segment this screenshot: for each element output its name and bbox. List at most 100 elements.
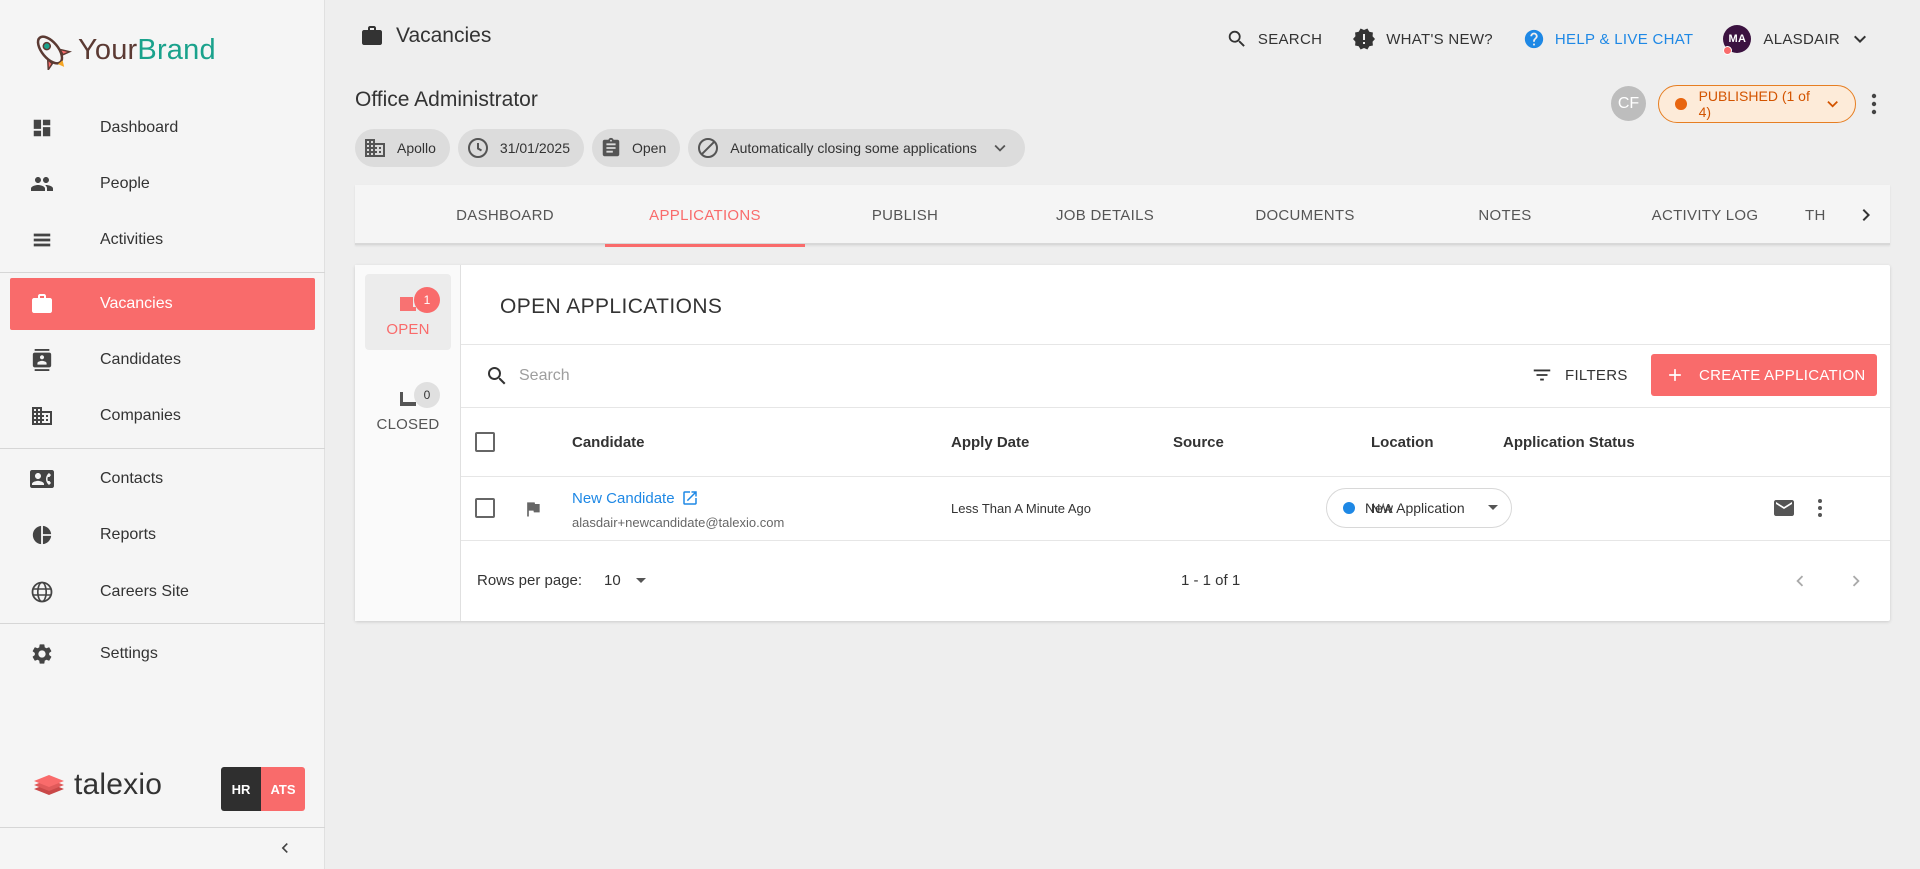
module-hr-button[interactable]: HR	[221, 767, 261, 811]
sidebar-item-label: Vacancies	[100, 295, 173, 312]
application-status-label: New Application	[1365, 500, 1465, 516]
chevron-left-icon[interactable]	[1789, 570, 1811, 592]
sidebar-item-activities[interactable]: Activities	[0, 215, 325, 265]
sidebar-item-people[interactable]: People	[0, 159, 325, 209]
flag-icon[interactable]	[523, 499, 543, 519]
candidate-icon	[30, 348, 54, 372]
caret-down-icon	[1488, 505, 1498, 510]
sidebar-item-careers-site[interactable]: Careers Site	[0, 567, 325, 617]
application-state-tabs: 1 OPEN 0 CLOSED	[355, 265, 461, 621]
column-header-apply-date[interactable]: Apply Date	[951, 434, 1029, 451]
candidate-email: alasdair+newcandidate@talexio.com	[572, 515, 785, 530]
mail-icon[interactable]	[1772, 496, 1796, 520]
chevron-down-icon	[1827, 100, 1838, 108]
sidebar-item-contacts[interactable]: Contacts	[0, 454, 325, 504]
column-header-source[interactable]: Source	[1173, 434, 1224, 451]
tab-truncated[interactable]: TH	[1805, 185, 1845, 245]
chevron-right-icon[interactable]	[1845, 570, 1867, 592]
pagination: Rows per page: 10 1 - 1 of 1	[461, 540, 1890, 621]
company-chip-label: Apollo	[397, 140, 436, 156]
date-chip[interactable]: 31/01/2025	[457, 129, 584, 167]
sidebar-item-dashboard[interactable]: Dashboard	[0, 103, 325, 153]
sidebar-item-candidates[interactable]: Candidates	[0, 335, 325, 385]
tab-notes[interactable]: NOTES	[1405, 185, 1605, 245]
briefcase-icon	[30, 292, 54, 316]
chevron-left-icon[interactable]	[275, 838, 295, 858]
filters-button[interactable]: FILTERS	[1531, 364, 1628, 386]
application-status-select[interactable]: New Application	[1326, 488, 1512, 528]
vacancy-chips: Apollo 31/01/2025 Open Automatically clo…	[355, 129, 1033, 167]
sidebar-item-reports[interactable]: Reports	[0, 510, 325, 560]
sidebar-item-vacancies[interactable]: Vacancies	[10, 278, 315, 330]
sidebar-item-label: People	[100, 175, 150, 192]
open-in-new-icon[interactable]	[681, 489, 699, 507]
published-status-label: PUBLISHED (1 of 4)	[1698, 88, 1810, 120]
state-chip[interactable]: Open	[592, 129, 681, 167]
search-input[interactable]	[519, 361, 1119, 391]
auto-close-chip[interactable]: Automatically closing some applications	[688, 129, 1025, 167]
more-vert-icon[interactable]	[1808, 496, 1832, 520]
sidebar-item-settings[interactable]: Settings	[0, 629, 325, 679]
more-vert-icon[interactable]	[1864, 90, 1884, 118]
gear-icon	[30, 642, 54, 666]
clock-icon	[467, 138, 488, 158]
block-icon	[698, 138, 719, 158]
table-row[interactable]: New Candidate alasdair+newcandidate@tale…	[461, 477, 1890, 540]
column-header-location[interactable]: Location	[1371, 434, 1434, 451]
briefcase-icon	[362, 26, 382, 45]
sidebar-item-label: Contacts	[100, 470, 164, 487]
open-count-badge: 1	[414, 287, 440, 313]
open-applications-tab[interactable]: 1 OPEN	[365, 274, 451, 350]
owner-avatar[interactable]: CF	[1611, 86, 1646, 121]
user-menu[interactable]: MA ALASDAIR	[1723, 25, 1872, 55]
table-header: Candidate Apply Date Source Location App…	[461, 407, 1890, 477]
select-all-checkbox[interactable]	[475, 432, 495, 452]
sidebar-item-label: Settings	[100, 645, 158, 662]
sidebar-item-label: Candidates	[100, 351, 181, 368]
tab-publish[interactable]: PUBLISH	[805, 185, 1005, 245]
tab-dashboard[interactable]: DASHBOARD	[405, 185, 605, 245]
create-application-label: CREATE APPLICATION	[1699, 366, 1866, 384]
pie-chart-icon	[30, 523, 54, 547]
search-icon	[488, 367, 506, 385]
chevron-right-icon[interactable]	[1854, 203, 1878, 227]
sidebar-item-label: Activities	[100, 231, 164, 248]
filters-label: FILTERS	[1565, 366, 1628, 384]
tab-job-details[interactable]: JOB DETAILS	[1005, 185, 1205, 245]
module-switcher[interactable]: HR ATS	[221, 767, 305, 811]
company-chip[interactable]: Apollo	[355, 129, 450, 167]
brand-name-part1: Your	[78, 33, 138, 66]
caret-down-icon	[635, 578, 646, 583]
tab-applications[interactable]: APPLICATIONS	[605, 185, 805, 247]
page-title: Vacancies	[396, 24, 492, 47]
search-button[interactable]: SEARCH	[1226, 28, 1322, 50]
globe-icon	[30, 580, 54, 604]
column-header-candidate[interactable]: Candidate	[572, 434, 645, 451]
candidate-name-link[interactable]: New Candidate	[572, 489, 699, 507]
apply-date-cell: Less Than A Minute Ago	[951, 501, 1091, 516]
chevron-down-icon	[1854, 35, 1866, 43]
rows-per-page-select[interactable]: 10	[604, 568, 653, 592]
brand-logo[interactable]: YourBrand	[28, 30, 216, 70]
published-status-button[interactable]: PUBLISHED (1 of 4)	[1658, 85, 1856, 123]
closed-applications-tab[interactable]: 0 CLOSED	[365, 369, 451, 445]
create-application-button[interactable]: CREATE APPLICATION	[1651, 354, 1877, 396]
new-releases-icon	[1353, 28, 1376, 50]
module-ats-button[interactable]: ATS	[261, 767, 305, 811]
help-icon	[1524, 29, 1544, 49]
sidebar-item-label: Companies	[100, 407, 181, 424]
status-dot	[1675, 98, 1687, 110]
column-header-application-status[interactable]: Application Status	[1503, 434, 1635, 451]
talexio-layers-icon	[34, 775, 64, 795]
top-actions: SEARCH WHAT'S NEW? HELP & LIVE CHAT MA A…	[1196, 24, 1872, 55]
sidebar-divider	[0, 623, 325, 624]
tab-documents[interactable]: DOCUMENTS	[1205, 185, 1405, 245]
sidebar-item-companies[interactable]: Companies	[0, 391, 325, 441]
tab-activity-log[interactable]: ACTIVITY LOG	[1605, 185, 1805, 245]
whats-new-button[interactable]: WHAT'S NEW?	[1352, 27, 1493, 51]
sidebar-divider	[0, 272, 325, 273]
row-checkbox[interactable]	[475, 498, 495, 518]
help-live-chat-button[interactable]: HELP & LIVE CHAT	[1523, 28, 1693, 50]
rows-per-page-label: Rows per page:	[477, 572, 583, 589]
rows-per-page-value: 10	[604, 571, 621, 589]
